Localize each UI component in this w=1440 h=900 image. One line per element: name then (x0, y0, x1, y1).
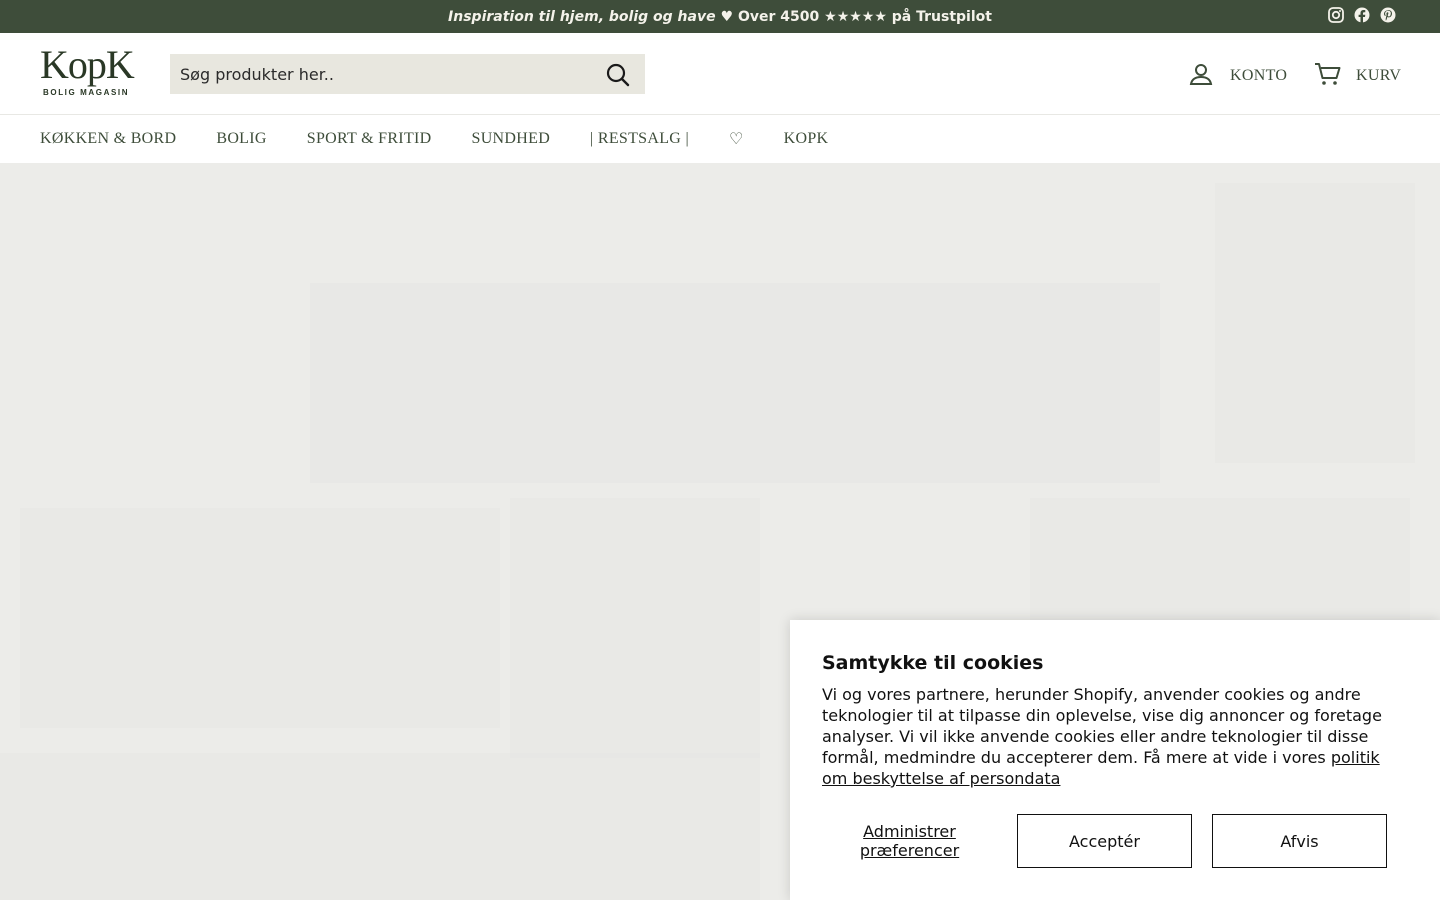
cart-label: KURV (1356, 67, 1402, 84)
accept-cookies-button[interactable]: Acceptér (1017, 814, 1192, 868)
social-links (1327, 6, 1396, 23)
announcement-text: Inspiration til hjem, bolig og have ♥ Ov… (448, 9, 992, 25)
announcement-bar: Inspiration til hjem, bolig og have ♥ Ov… (0, 0, 1440, 33)
facebook-icon[interactable] (1353, 6, 1370, 23)
manage-preferences-button[interactable]: Administrer præferencer (822, 816, 997, 866)
announcement-trustpilot: ♥ Over 4500 ★★★★★ på Trustpilot (720, 8, 992, 25)
nav-item-sport-fritid[interactable]: SPORT & FRITID (307, 130, 432, 148)
nav-item-restsalg[interactable]: | RESTSALG | (590, 130, 689, 148)
main-nav: KØKKEN & BORD BOLIG SPORT & FRITID SUNDH… (0, 115, 1440, 163)
nav-item-kokken-bord[interactable]: KØKKEN & BORD (40, 130, 176, 148)
cookie-consent-banner: Samtykke til cookies Vi og vores partner… (790, 620, 1440, 900)
site-logo[interactable]: KopK BOLIG MAGASIN (40, 42, 140, 101)
account-link[interactable]: KONTO (1188, 61, 1287, 91)
announcement-italic: Inspiration til hjem, bolig og have (448, 8, 716, 25)
search-bar (170, 54, 645, 94)
site-header: KopK BOLIG MAGASIN KONTO KURV (0, 33, 1440, 115)
nav-item-kopk[interactable]: KOPK (784, 130, 829, 148)
cart-icon (1314, 61, 1342, 91)
instagram-icon[interactable] (1327, 6, 1344, 23)
hero-faded-shape (310, 283, 1160, 483)
nav-item-bolig[interactable]: BOLIG (216, 130, 266, 148)
search-icon[interactable] (605, 62, 631, 88)
cart-link[interactable]: KURV (1314, 61, 1401, 91)
nav-item-favorites-heart-icon[interactable]: ♡ (729, 129, 744, 149)
hero-faded-shape (510, 498, 760, 758)
hero-faded-shape (20, 508, 500, 728)
reject-cookies-button[interactable]: Afvis (1212, 814, 1387, 868)
hero-faded-shape (0, 753, 760, 900)
search-input[interactable] (170, 54, 590, 94)
cookie-body: Vi og vores partnere, herunder Shopify, … (822, 685, 1382, 767)
cookie-actions: Administrer præferencer Acceptér Afvis (822, 814, 1388, 868)
cookie-text: Vi og vores partnere, herunder Shopify, … (822, 684, 1408, 789)
hero-faded-shape (1215, 183, 1415, 463)
cookie-title: Samtykke til cookies (822, 652, 1044, 674)
logo-wordmark: KopK (40, 42, 135, 87)
logo-tagline: BOLIG MAGASIN (43, 88, 130, 97)
nav-item-sundhed[interactable]: SUNDHED (472, 130, 551, 148)
user-icon (1188, 61, 1214, 91)
pinterest-icon[interactable] (1379, 6, 1396, 23)
account-label: KONTO (1230, 67, 1288, 84)
